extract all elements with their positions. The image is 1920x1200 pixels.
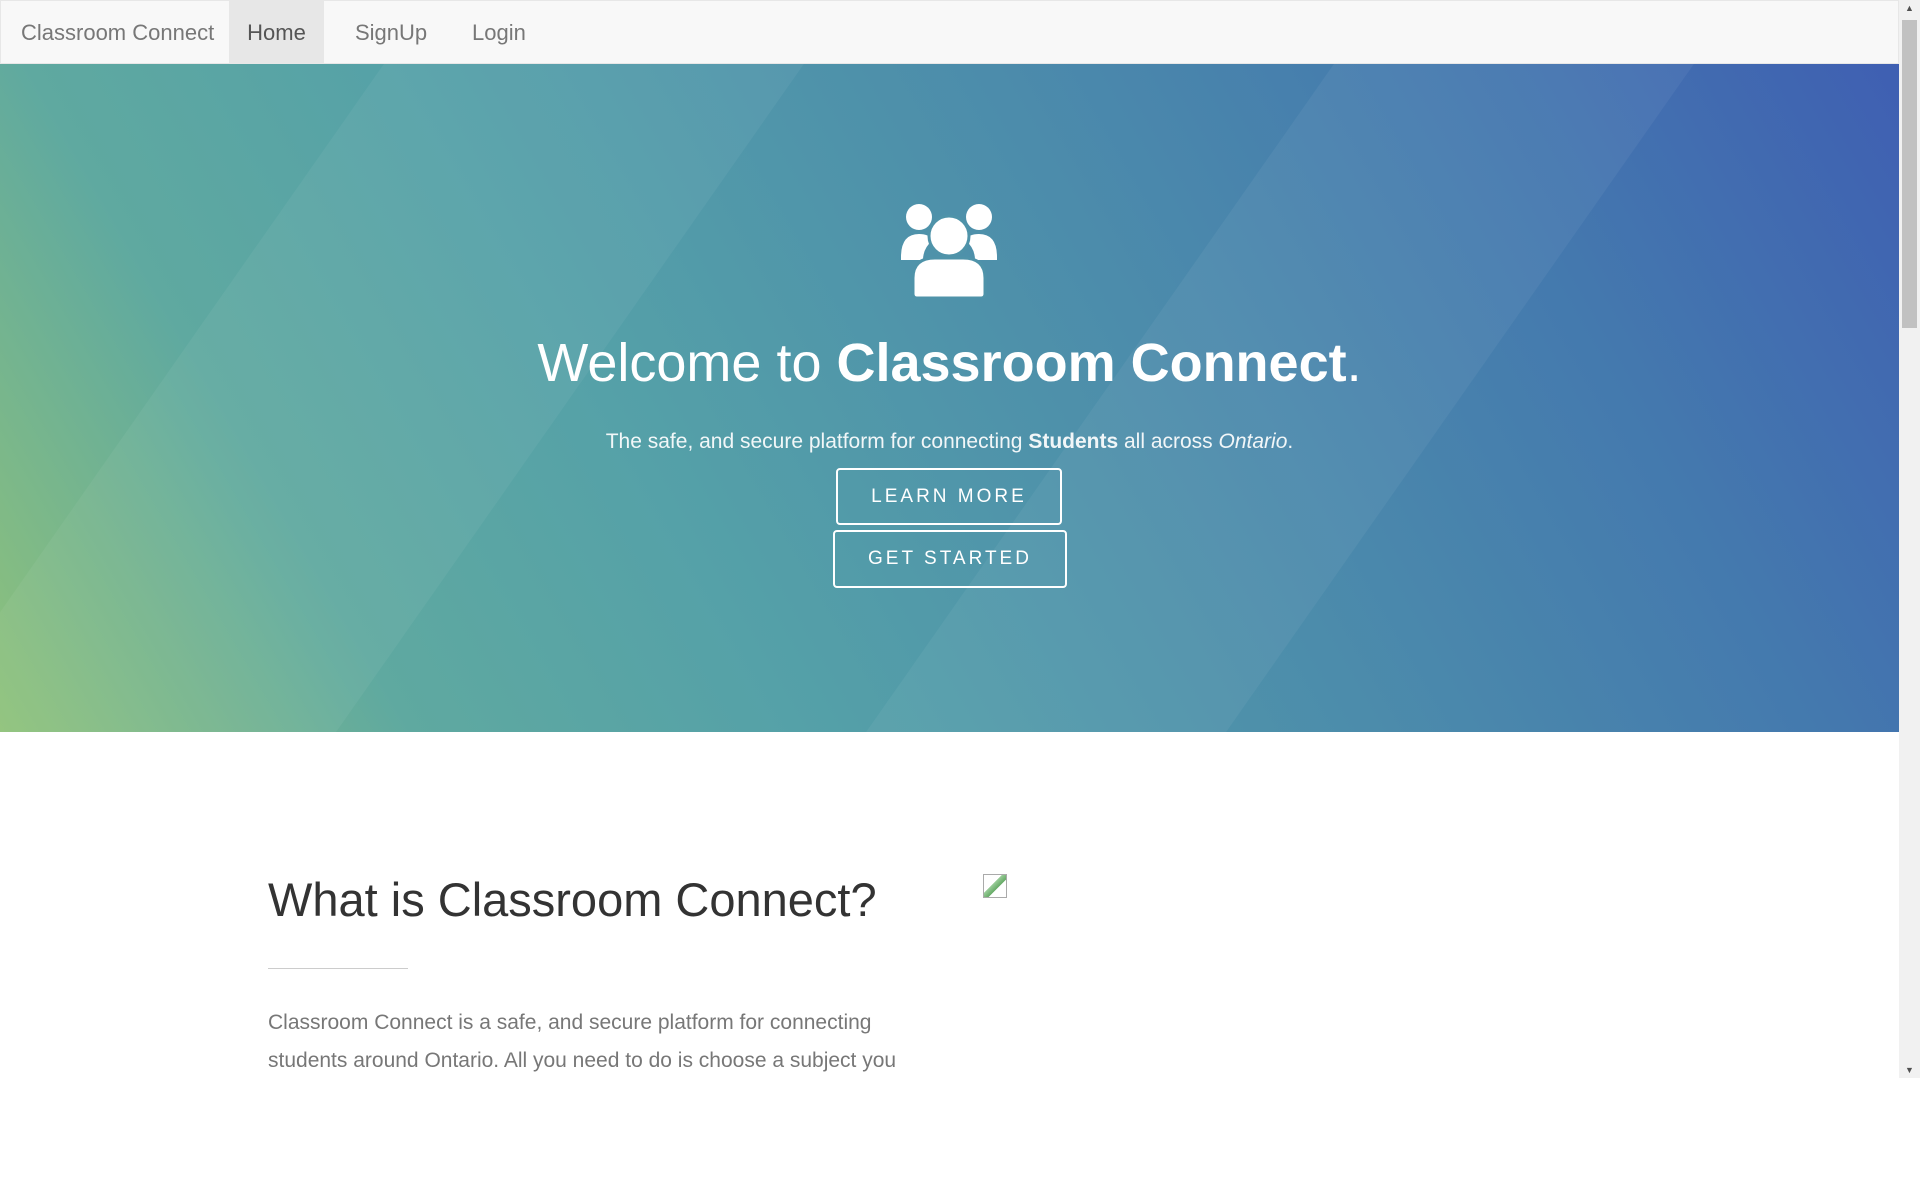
broken-image-icon (983, 874, 1007, 898)
scroll-up-icon[interactable]: ▲ (1899, 3, 1920, 13)
page: Classroom Connect Home SignUp Login Welc… (0, 0, 1899, 1200)
users-icon (901, 204, 997, 298)
nav-home[interactable]: Home (229, 1, 324, 64)
learn-more-button[interactable]: LEARN MORE (836, 468, 1062, 525)
hero-subtitle: The safe, and secure platform for connec… (605, 430, 1294, 453)
scrollbar-thumb[interactable] (1902, 20, 1917, 328)
hero-section: Welcome to Classroom Connect. The safe, … (0, 64, 1899, 732)
divider (268, 968, 408, 969)
hero-title: Welcome to Classroom Connect. (537, 333, 1362, 393)
nav-signup[interactable]: SignUp (355, 1, 427, 64)
about-heading: What is Classroom Connect? (268, 873, 877, 926)
scroll-down-icon[interactable]: ▼ (1899, 1065, 1920, 1075)
nav-brand[interactable]: Classroom Connect (21, 1, 214, 64)
about-paragraph: Classroom Connect is a safe, and secure … (268, 1011, 897, 1072)
navbar: Classroom Connect Home SignUp Login (0, 0, 1899, 64)
scrollbar[interactable]: ▲ ▼ (1899, 0, 1920, 1078)
get-started-button[interactable]: GET STARTED (833, 530, 1067, 588)
nav-login[interactable]: Login (472, 1, 526, 64)
